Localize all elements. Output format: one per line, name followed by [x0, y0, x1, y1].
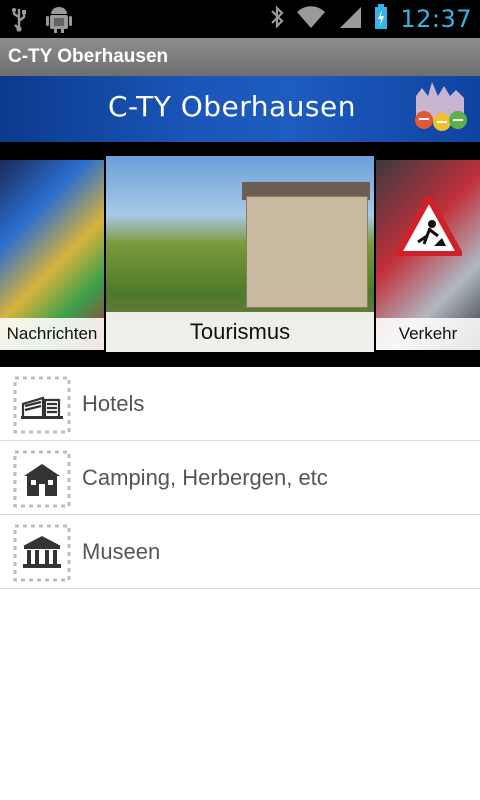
roadworks-sign-icon — [392, 191, 466, 260]
carousel-card-label: Verkehr — [376, 318, 480, 350]
list-item-label: Hotels — [82, 391, 145, 416]
category-list: Hotels Camping, Herbergen, etc Museen — [0, 367, 480, 589]
category-carousel[interactable]: Nachrichten Tourismus Verkehr — [0, 142, 480, 367]
bluetooth-icon — [270, 4, 284, 34]
system-icons: 12:37 — [270, 0, 472, 38]
signal-icon — [338, 5, 362, 33]
list-item-camping[interactable]: Camping, Herbergen, etc — [0, 441, 480, 515]
carousel-card-tourismus[interactable]: Tourismus — [106, 156, 374, 352]
hotel-icon — [13, 376, 71, 434]
carousel-card-nachrichten[interactable]: Nachrichten — [0, 160, 104, 350]
carousel-card-label: Tourismus — [106, 312, 374, 352]
museum-icon — [13, 524, 71, 582]
battery-charging-icon — [374, 4, 388, 34]
castle-photo — [246, 196, 368, 308]
app-banner: C-TY Oberhausen — [0, 76, 480, 142]
list-item-label: Camping, Herbergen, etc — [82, 465, 328, 490]
wifi-icon — [296, 5, 326, 33]
notification-icons — [10, 6, 72, 38]
clock: 12:37 — [400, 5, 472, 33]
android-debug-icon — [46, 6, 72, 38]
app-title: C-TY Oberhausen — [8, 46, 169, 67]
status-bar: 12:37 — [0, 0, 480, 38]
list-item-hotels[interactable]: Hotels — [0, 367, 480, 441]
house-icon — [13, 450, 71, 508]
city-logo-icon — [410, 78, 472, 144]
app-title-bar: C-TY Oberhausen — [0, 38, 480, 77]
list-item-label: Museen — [82, 539, 161, 564]
list-item-museen[interactable]: Museen — [0, 515, 480, 589]
carousel-card-label: Nachrichten — [0, 318, 104, 350]
carousel-card-verkehr[interactable]: Verkehr — [376, 160, 480, 350]
banner-title: C-TY Oberhausen — [108, 90, 356, 123]
usb-icon — [10, 7, 28, 37]
